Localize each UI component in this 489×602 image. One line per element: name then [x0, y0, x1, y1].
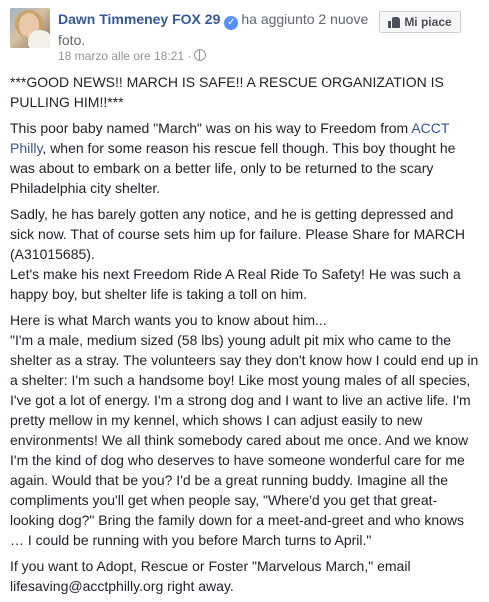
- timestamp-text: 18 marzo alle ore 18:21 ·: [58, 49, 192, 63]
- paragraph-text: Let's make his next Freedom Ride A Real …: [10, 266, 461, 302]
- verified-badge-icon: ✓: [224, 16, 239, 30]
- globe-icon: [194, 49, 207, 61]
- avatar-dog: [28, 30, 50, 48]
- paragraph-text: This poor baby named "March" was on his …: [10, 120, 412, 136]
- post-paragraph: This poor baby named "March" was on his …: [10, 118, 480, 198]
- thumbs-up-icon: [388, 16, 401, 28]
- paragraph-text: Here is what March wants you to know abo…: [10, 312, 327, 328]
- post-paragraph: Here is what March wants you to know abo…: [10, 310, 480, 550]
- post-body: ***GOOD NEWS!! MARCH IS SAFE!! A RESCUE …: [10, 72, 480, 602]
- post-paragraph: Sadly, he has barely gotten any notice, …: [10, 204, 480, 304]
- paragraph-text: "I'm a male, medium sized (58 lbs) young…: [10, 332, 479, 548]
- paragraph-text: Sadly, he has barely gotten any notice, …: [10, 206, 465, 262]
- post-timestamp[interactable]: 18 marzo alle ore 18:21 ·: [58, 49, 207, 63]
- like-button-label: Mi piace: [404, 15, 452, 29]
- author-name[interactable]: Dawn Timmeney FOX 29: [58, 11, 220, 27]
- post-paragraph: If you want to Adopt, Rescue or Foster "…: [10, 558, 411, 594]
- post-headline: Dawn Timmeney FOX 29 ✓ ha aggiunto 2 nuove…: [58, 9, 378, 50]
- post-header: Dawn Timmeney FOX 29 ✓ ha aggiunto 2 nuove…: [0, 0, 489, 64]
- author-avatar[interactable]: [10, 8, 50, 48]
- like-page-button[interactable]: Mi piace: [379, 11, 461, 33]
- post-paragraph: ***GOOD NEWS!! MARCH IS SAFE!! A RESCUE …: [10, 74, 444, 110]
- paragraph-text: , when for some reason his rescue fell t…: [10, 140, 456, 196]
